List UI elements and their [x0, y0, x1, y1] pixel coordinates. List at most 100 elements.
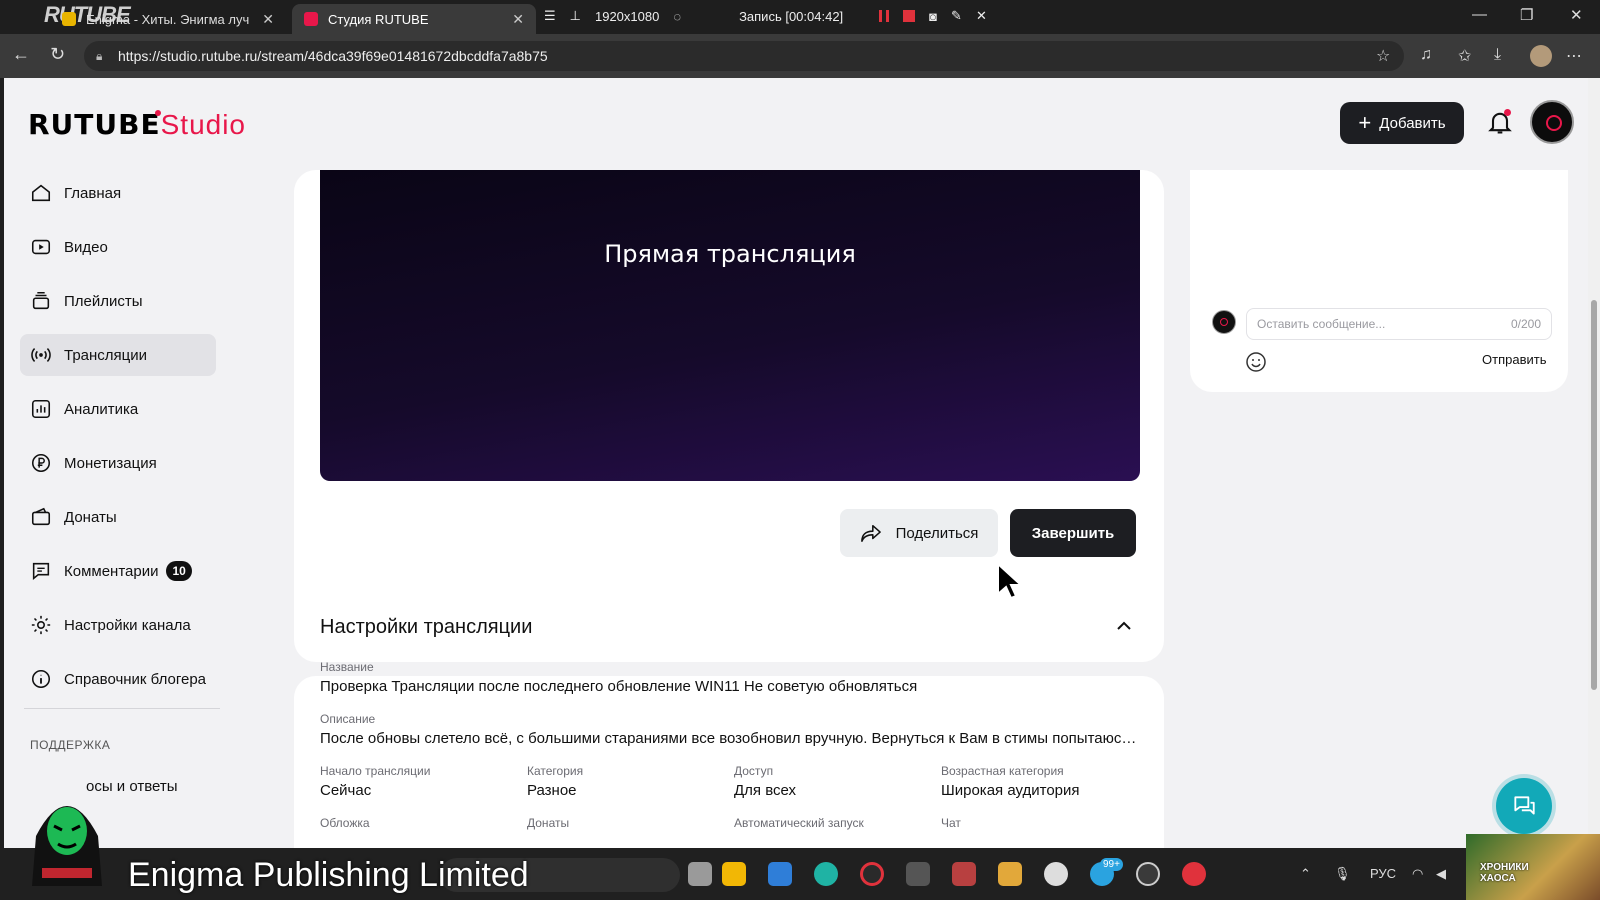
close-tab-icon[interactable]: ✕ — [512, 11, 524, 28]
live-video-preview[interactable]: Прямая трансляция — [320, 170, 1140, 481]
send-message-button[interactable]: Отправить — [1482, 352, 1546, 367]
field-label: Начало трансляции — [320, 764, 431, 778]
favorites-icon[interactable]: ✩ — [1458, 46, 1471, 66]
rutube-studio-logo[interactable]: RUTUBEStudio — [28, 108, 246, 141]
edge-icon[interactable] — [814, 862, 838, 886]
pen-icon[interactable]: ✎ — [951, 8, 962, 24]
field-value: Сейчас — [320, 782, 372, 799]
url-field[interactable]: 🔒︎ https://studio.rutube.ru/stream/46dca… — [84, 41, 1404, 71]
share-button-label: Поделиться — [895, 524, 979, 542]
add-button[interactable]: + Добавить — [1340, 102, 1464, 144]
browser-profile-avatar[interactable] — [1530, 45, 1552, 67]
share-button[interactable]: Поделиться — [840, 509, 998, 557]
more-icon[interactable]: ⋯ — [1566, 46, 1582, 66]
page-scrollbar-thumb[interactable] — [1591, 300, 1597, 690]
task-view-icon[interactable] — [688, 862, 712, 886]
support-heading: ПОДДЕРЖКА — [30, 738, 111, 752]
logo-main: RUTUBE — [28, 108, 161, 141]
sidebar-item-broadcasts[interactable]: Трансляции — [20, 334, 216, 376]
language-indicator[interactable]: РУС — [1370, 866, 1396, 881]
back-icon[interactable]: ← — [12, 44, 30, 65]
corner-overlay-text: ХРОНИКИ ХАОСА — [1480, 862, 1529, 884]
info-icon — [31, 669, 51, 689]
menu-icon[interactable]: ☰ — [544, 8, 556, 24]
gamepad-icon[interactable] — [998, 862, 1022, 886]
hacker-overlay-image — [32, 806, 102, 886]
sidebar-item-label: Плейлисты — [64, 292, 143, 310]
studio-page: RUTUBEStudio + Добавить Главная Видео Пл… — [4, 78, 1588, 848]
sidebar-item-home[interactable]: Главная — [20, 172, 216, 214]
description-value: После обновы слетело всё, с большими ста… — [320, 730, 1140, 747]
obs-record-icon[interactable] — [1182, 862, 1206, 886]
reload-icon[interactable]: ↻ — [50, 44, 65, 65]
pin-icon[interactable]: ⊥ — [570, 8, 581, 24]
minimize-icon[interactable]: — — [1472, 6, 1487, 23]
chat-avatar — [1212, 310, 1236, 334]
field-label: Доступ — [734, 764, 774, 778]
add-button-label: Добавить — [1379, 114, 1446, 132]
lock-icon: 🔒︎ — [96, 49, 103, 63]
file-explorer-icon[interactable] — [722, 862, 746, 886]
analytics-icon — [31, 399, 51, 419]
mail-icon[interactable] — [768, 862, 792, 886]
record-app-icon[interactable] — [860, 862, 884, 886]
download-icon[interactable]: ⤓ — [1494, 46, 1501, 64]
field-label: Донаты — [527, 816, 570, 830]
openai-icon[interactable] — [1044, 862, 1068, 886]
chat-placeholder: Оставить сообщение... — [1257, 317, 1386, 331]
sidebar-item-label: Главная — [64, 184, 122, 202]
sidebar-item-label: Настройки канала — [64, 616, 191, 634]
stream-overlay-text: Enigma Publishing Limited — [128, 856, 529, 894]
chat-message-input[interactable]: Оставить сообщение... 0/200 — [1246, 308, 1552, 340]
drop-icon[interactable]: ◌ — [673, 9, 681, 24]
sidebar-item-video[interactable]: Видео — [20, 226, 216, 268]
sidebar-item-label: Справочник блогера — [64, 670, 207, 688]
video-icon — [31, 239, 51, 255]
sidebar-item-donations[interactable]: Донаты — [20, 496, 216, 538]
tab-rutube-studio[interactable]: Студия RUTUBE ✕ — [292, 4, 536, 34]
stream-settings-title: Настройки трансляции — [320, 616, 533, 638]
browser-tab-bar: RUTUBE Enigma - Хиты. Энигма луч ✕ Студи… — [0, 0, 1600, 34]
sidebar-item-blogger-guide[interactable]: Справочник блогера — [20, 658, 216, 700]
sidebar-item-channel-settings[interactable]: Настройки канала — [20, 604, 216, 646]
game-icon[interactable] — [906, 862, 930, 886]
chat-char-counter: 0/200 — [1510, 317, 1541, 331]
app-icon[interactable] — [1136, 862, 1160, 886]
sidebar-item-label: Аналитика — [64, 400, 139, 418]
playlist-icon — [32, 291, 50, 310]
close-tab-icon[interactable]: ✕ — [262, 11, 274, 28]
volume-icon[interactable]: ◀ — [1436, 866, 1446, 882]
tab-title: Enigma - Хиты. Энигма луч — [86, 11, 250, 27]
name-value: Проверка Трансляции после последнего обн… — [320, 678, 918, 695]
finish-stream-button[interactable]: Завершить — [1010, 509, 1136, 557]
field-value: Для всех — [734, 782, 797, 799]
app-star-icon[interactable] — [952, 862, 976, 886]
user-avatar[interactable] — [1530, 100, 1574, 144]
camera-icon[interactable]: ◙ — [929, 9, 937, 24]
pause-icon[interactable] — [879, 10, 890, 22]
logo-dot — [155, 110, 161, 116]
emoji-icon[interactable] — [1244, 350, 1268, 374]
stream-settings-card — [294, 676, 1164, 848]
wifi-icon[interactable]: ◠ — [1412, 866, 1423, 882]
sidebar-item-monetization[interactable]: Монетизация — [20, 442, 216, 484]
restore-icon[interactable]: ❐ — [1520, 6, 1533, 24]
sidebar-item-playlists[interactable]: Плейлисты — [20, 280, 216, 322]
tray-expand-icon[interactable]: ⌃ — [1300, 866, 1311, 882]
help-chat-button[interactable] — [1496, 778, 1552, 834]
comments-count-badge: 10 — [166, 561, 192, 581]
tab-favicon-icon — [304, 12, 318, 26]
media-icon[interactable]: ♫ — [1420, 46, 1432, 64]
stop-icon[interactable] — [903, 10, 916, 22]
description-label: Описание — [320, 712, 376, 726]
sidebar-item-comments[interactable]: Комментарии 10 — [20, 550, 216, 592]
sidebar-item-analytics[interactable]: Аналитика — [20, 388, 216, 430]
chevron-up-icon[interactable] — [1112, 614, 1136, 638]
window-close-icon[interactable]: ✕ — [1570, 6, 1583, 24]
tab-enigma[interactable]: Enigma - Хиты. Энигма луч ✕ — [50, 4, 286, 34]
star-icon[interactable]: ☆ — [1376, 46, 1390, 66]
microphone-icon[interactable]: 🎙︎ — [1334, 866, 1351, 882]
close-icon[interactable]: ✕ — [976, 8, 987, 24]
sidebar-item-label: Донаты — [64, 508, 117, 526]
field-label: Категория — [527, 764, 584, 778]
